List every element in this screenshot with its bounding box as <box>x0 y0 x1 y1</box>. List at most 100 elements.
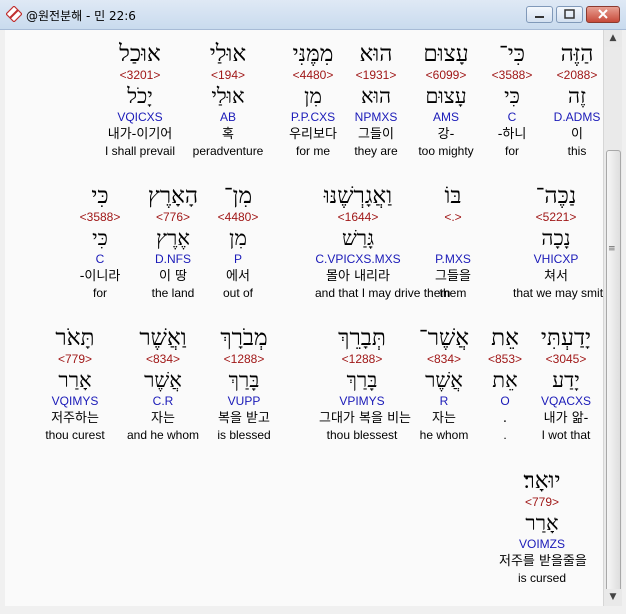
strong-number: <779> <box>57 352 93 366</box>
scroll-up-icon[interactable]: ▲ <box>604 30 622 47</box>
word-cell[interactable]: וַאֲגָרְשֶׁנּוּ <1644> גָּרַשׁ C.VPICXS.MXS… <box>315 182 451 300</box>
korean-gloss: -이니라 <box>79 269 121 284</box>
english-gloss: that we may smite <box>513 286 603 300</box>
lexical-root: בָּרַךְ <box>228 368 260 392</box>
korean-gloss: 저주하는 <box>51 411 99 426</box>
strong-number: <5221> <box>535 210 577 224</box>
lexical-root: אוּלַי <box>211 84 245 108</box>
parsing-code: AB <box>219 110 236 124</box>
scroll-down-icon[interactable]: ▼ <box>604 589 622 606</box>
word-cell[interactable]: בּוֹ <.> P.MXS 그들을 them <box>410 182 496 300</box>
english-gloss: for me <box>295 144 330 158</box>
english-gloss: I shall prevail <box>104 144 176 158</box>
english-gloss: peradventure <box>192 144 264 158</box>
korean-gloss: 쳐서 <box>544 269 568 284</box>
analysis-pane: הַזֶּה <2088> זֶה D.ADMS 이 this כִּי־ <3588> כִּ… <box>5 30 603 606</box>
hebrew-word: תָּאֹר <box>55 325 95 351</box>
lexical-root: אָרַר <box>58 368 92 392</box>
english-gloss: thou blessest <box>326 428 398 442</box>
word-cell[interactable]: אֲשֶׁר־ <834> אֲשֶׁר R 자는 he whom <box>401 324 487 442</box>
minimize-button[interactable] <box>526 6 553 23</box>
word-cell[interactable]: מִמֶּנִּי <4480> מִן P.P.CXS 우리보다 for me <box>270 40 356 158</box>
vertical-scrollbar[interactable]: ▲ ≡ ▼ <box>603 30 622 606</box>
word-cell[interactable]: תְּבָרֵךְ <1288> בָּרַךְ VPIMYS 그대가 복을 비는 tho… <box>319 324 411 442</box>
strong-number: <3201> <box>119 68 161 82</box>
strong-number: <1644> <box>337 210 379 224</box>
strong-number: <3588> <box>79 210 121 224</box>
app-icon <box>6 6 22 22</box>
word-cell[interactable]: אוּכַל <3201> יָכֹל VQICXS 내가-이기어 I shall pre… <box>97 40 183 158</box>
word-cell[interactable]: יוּאָר׃ <779> אָרַר VOIMZS 저주를 받을줄을 is cursed <box>499 467 587 585</box>
clipped-previous-row <box>5 30 603 32</box>
minimize-icon <box>535 16 544 18</box>
korean-gloss: 내가-이기어 <box>107 127 173 142</box>
strong-number: <4480> <box>292 68 334 82</box>
word-cell[interactable]: וַאֲשֶׁר <834> אֲשֶׁר C.R 자는 and he whom <box>120 324 206 442</box>
parsing-code: P.MXS <box>435 252 471 266</box>
korean-gloss: 자는 <box>432 411 456 426</box>
parsing-code: C.R <box>152 394 174 408</box>
lexical-root: בָּרַךְ <box>346 368 378 392</box>
parsing-code: VOIMZS <box>518 537 565 551</box>
maximize-button[interactable] <box>556 6 583 23</box>
scroll-thumb[interactable] <box>606 150 621 592</box>
english-gloss: is cursed <box>517 571 567 585</box>
hebrew-word: אוּלַי <box>209 41 247 67</box>
title-bar: @원전분해 - 민 22:6 <box>0 0 626 30</box>
lexical-root: נָכָה <box>541 226 571 250</box>
english-gloss: he whom <box>419 428 469 442</box>
hebrew-word: בּוֹ <box>444 183 462 209</box>
lexical-root: אֲשֶׁר <box>144 368 182 392</box>
lexical-root: אָרַר <box>525 511 559 535</box>
parsing-code: R <box>439 394 449 408</box>
strong-number: <194> <box>210 68 246 82</box>
korean-gloss: 자는 <box>151 411 175 426</box>
strong-number: <.> <box>444 210 462 224</box>
hebrew-word: תְּבָרֵךְ <box>338 325 386 351</box>
lexical-root: מִן <box>304 84 322 108</box>
close-button[interactable] <box>586 6 620 23</box>
strong-number: <834> <box>145 352 181 366</box>
parsing-code: VPIMYS <box>339 394 385 408</box>
english-gloss: is blessed <box>217 428 271 442</box>
lexical-root: גָּרַשׁ <box>341 226 375 250</box>
hebrew-word: כִּי <box>91 183 109 209</box>
hebrew-word: וַאֲשֶׁר <box>139 325 187 351</box>
english-gloss: and that I may drive them <box>315 286 451 300</box>
hebrew-word: וַאֲגָרְשֶׁנּוּ <box>323 183 393 209</box>
parsing-code: C <box>95 252 105 266</box>
korean-gloss: 복을 받고 <box>218 411 270 426</box>
word-cell[interactable]: כִּי <3588> כִּי C -이니라 for <box>57 182 143 300</box>
hebrew-word: אֲשֶׁר־ <box>418 325 470 351</box>
word-cell[interactable]: אוּלַי <194> אוּלַי AB 혹 peradventure <box>185 40 271 158</box>
word-cell[interactable]: מְבֹרָךְ <1288> בָּרַךְ VUPP 복을 받고 is blessed <box>201 324 287 442</box>
korean-gloss: 그들을 <box>435 269 471 284</box>
lexical-root <box>410 226 496 252</box>
parsing-code: P.P.CXS <box>290 110 336 124</box>
hebrew-word: מְבֹרָךְ <box>220 325 268 351</box>
grip-icon: ≡ <box>608 244 616 254</box>
strong-number: <1288> <box>341 352 383 366</box>
lexical-root: כִּי <box>92 226 108 250</box>
word-cell[interactable]: נַכֶּה־ <5221> נָכָה VHICXP 쳐서 that we may sm… <box>513 182 603 300</box>
lexical-root: אֲשֶׁר <box>425 368 463 392</box>
strong-number: <834> <box>426 352 462 366</box>
hebrew-word: יוּאָר׃ <box>523 468 561 494</box>
window-title: @원전분해 - 민 22:6 <box>26 9 136 23</box>
korean-gloss: 그대가 복을 비는 <box>319 411 411 426</box>
parsing-code: VQIMYS <box>51 394 99 408</box>
word-cell[interactable]: תָּאֹר <779> אָרַר VQIMYS 저주하는 thou curest <box>32 324 118 442</box>
parsing-code: VUPP <box>227 394 261 408</box>
korean-gloss: 저주를 받을줄을 <box>499 554 587 569</box>
parsing-code: VQICXS <box>117 110 163 124</box>
lexical-root: יָכֹל <box>127 84 153 108</box>
hebrew-word: נַכֶּה־ <box>535 183 577 209</box>
close-icon <box>598 9 608 19</box>
english-gloss: thou curest <box>45 428 105 442</box>
korean-gloss: 몰아 내리라 <box>326 269 390 284</box>
strong-number: <1288> <box>223 352 265 366</box>
parsing-code: VHICXP <box>533 252 579 266</box>
english-gloss: for <box>92 286 107 300</box>
hebrew-word: אוּכַל <box>119 41 161 67</box>
parsing-code: C.VPICXS.MXS <box>315 252 401 266</box>
